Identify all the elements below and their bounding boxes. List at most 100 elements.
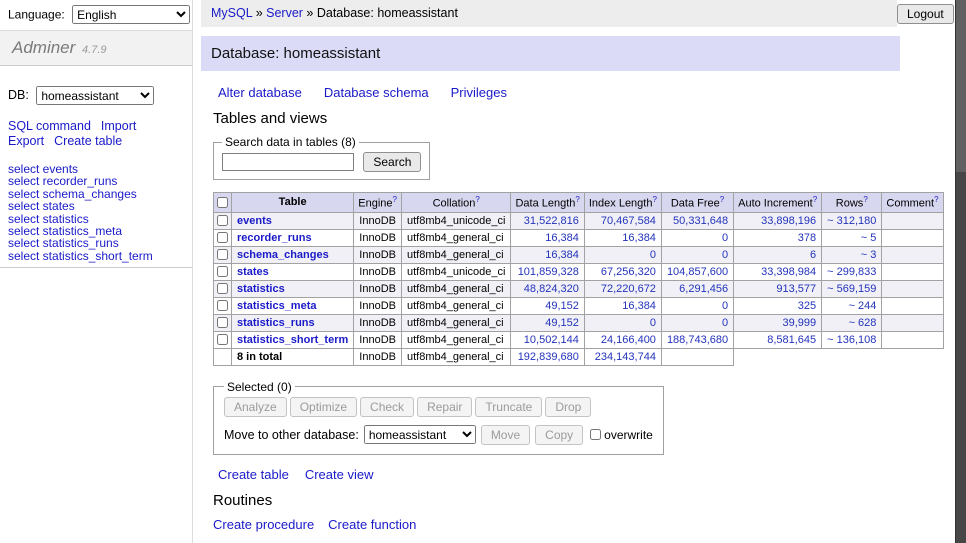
page-title: Database: homeassistant [201,36,900,71]
cell-rows: ~ 628 [822,314,882,331]
move-label: Move to other database: [224,428,359,442]
table-link-statistics-meta[interactable]: statistics_meta [237,300,317,312]
cell-rows: ~ 312,180 [822,212,882,229]
table-link-statistics-short-term[interactable]: statistics_short_term [237,334,348,346]
scrollbar-thumb[interactable] [956,0,966,172]
footer-index-length: 234,143,744 [584,348,661,365]
column-label: Auto Increment [738,198,813,210]
drop-button[interactable]: Drop [545,397,591,417]
adminer-app: Language: English Adminer 4.7.9 DB: home… [0,0,966,543]
search-button[interactable]: Search [363,152,421,172]
table-link-recorder-runs[interactable]: recorder_runs [237,232,312,244]
cell-rows: ~ 3 [822,246,882,263]
overwrite-checkbox[interactable] [590,429,601,440]
repair-button[interactable]: Repair [417,397,472,417]
sidebar-table-link-select-statistics-runs[interactable]: select statistics_runs [8,237,184,249]
db-select[interactable]: homeassistant [36,86,154,105]
routine-links: Create procedure Create function [213,517,955,532]
cell-collation: utf8mb4_unicode_ci [402,263,511,280]
truncate-button[interactable]: Truncate [475,397,542,417]
routine-link-create-function[interactable]: Create function [328,517,416,532]
row-checkbox[interactable] [217,334,228,345]
column-help-link[interactable]: ? [475,195,479,204]
scrollbar[interactable] [955,0,966,543]
sidebar-table-link-select-statistics-short-term[interactable]: select statistics_short_term [8,250,184,262]
cell-table-name: statistics [232,280,354,297]
create-link-create-view[interactable]: Create view [305,467,374,482]
footer-engine: InnoDB [354,348,402,365]
breadcrumb-server[interactable]: Server [266,6,303,20]
analyze-button[interactable]: Analyze [224,397,287,417]
table-link-events[interactable]: events [237,215,272,227]
cell-data-free: 104,857,600 [661,263,733,280]
table-link-statistics[interactable]: statistics [237,283,285,295]
sidebar-link-create-table[interactable]: Create table [54,134,122,148]
table-row-recorder-runs: recorder_runsInnoDButf8mb4_general_ci16,… [214,229,944,246]
cell-table-name: schema_changes [232,246,354,263]
move-button[interactable]: Move [481,425,530,445]
cell-data-length: 31,522,816 [511,212,584,229]
selected-fieldset: Selected (0) AnalyzeOptimizeCheckRepairT… [213,380,664,455]
table-link-states[interactable]: states [237,266,269,278]
column-help-link[interactable]: ? [934,195,938,204]
select-all-cell [214,193,232,213]
search-input[interactable] [222,153,354,171]
breadcrumb: MySQL » Server » Database: homeassistant [201,0,897,27]
select-all-checkbox[interactable] [217,197,228,208]
row-checkbox[interactable] [217,249,228,260]
column-help-link[interactable]: ? [720,195,724,204]
column-header-engine: Engine? [354,193,402,213]
sidebar-link-export[interactable]: Export [8,134,44,148]
create-link-create-table[interactable]: Create table [218,467,289,482]
move-db-select[interactable]: homeassistant [364,425,476,444]
tables-and-views-table: TableEngine?Collation?Data Length?Index … [213,192,944,366]
cell-auto-increment: 33,898,196 [734,212,822,229]
row-checkbox[interactable] [217,317,228,328]
cell-table-name: events [232,212,354,229]
sidebar-table-link-select-states[interactable]: select states [8,200,184,212]
cell-engine: InnoDB [354,280,402,297]
cell-table-name: states [232,263,354,280]
create-links: Create table Create view [218,467,955,482]
action-link-alter-database[interactable]: Alter database [218,85,302,100]
cell-index-length: 72,220,672 [584,280,661,297]
row-select-cell [214,331,232,348]
sidebar-link-import[interactable]: Import [101,119,136,133]
copy-button[interactable]: Copy [535,425,583,445]
cell-auto-increment: 6 [734,246,822,263]
row-checkbox[interactable] [217,215,228,226]
row-checkbox[interactable] [217,232,228,243]
column-help-link[interactable]: ? [813,195,817,204]
cell-comment [882,212,943,229]
column-help-link[interactable]: ? [652,195,656,204]
column-header-rows: Rows? [822,193,882,213]
logout-button[interactable]: Logout [897,4,954,24]
breadcrumb-separator: » [252,6,266,20]
app-version: 4.7.9 [82,44,106,56]
check-button[interactable]: Check [360,397,414,417]
footer-total: 8 in total [232,348,354,365]
column-label: Data Free [671,198,720,210]
table-link-statistics-runs[interactable]: statistics_runs [237,317,315,329]
sidebar-link-sql-command[interactable]: SQL command [8,119,91,133]
breadcrumb-mysql[interactable]: MySQL [211,6,252,20]
table-link-schema-changes[interactable]: schema_changes [237,249,329,261]
column-help-link[interactable]: ? [863,195,867,204]
language-select[interactable]: English [72,5,190,24]
row-checkbox[interactable] [217,283,228,294]
column-help-link[interactable]: ? [575,195,579,204]
routine-link-create-procedure[interactable]: Create procedure [213,517,314,532]
column-help-link[interactable]: ? [393,195,397,204]
column-header-collation: Collation? [402,193,511,213]
optimize-button[interactable]: Optimize [290,397,357,417]
cell-engine: InnoDB [354,229,402,246]
cell-collation: utf8mb4_general_ci [402,314,511,331]
sidebar-table-link-select-recorder-runs[interactable]: select recorder_runs [8,175,184,187]
cell-auto-increment: 378 [734,229,822,246]
table-row-events: eventsInnoDButf8mb4_unicode_ci31,522,816… [214,212,944,229]
action-link-privileges[interactable]: Privileges [451,85,507,100]
action-link-database-schema[interactable]: Database schema [324,85,429,100]
row-checkbox[interactable] [217,266,228,277]
cell-engine: InnoDB [354,331,402,348]
row-checkbox[interactable] [217,300,228,311]
